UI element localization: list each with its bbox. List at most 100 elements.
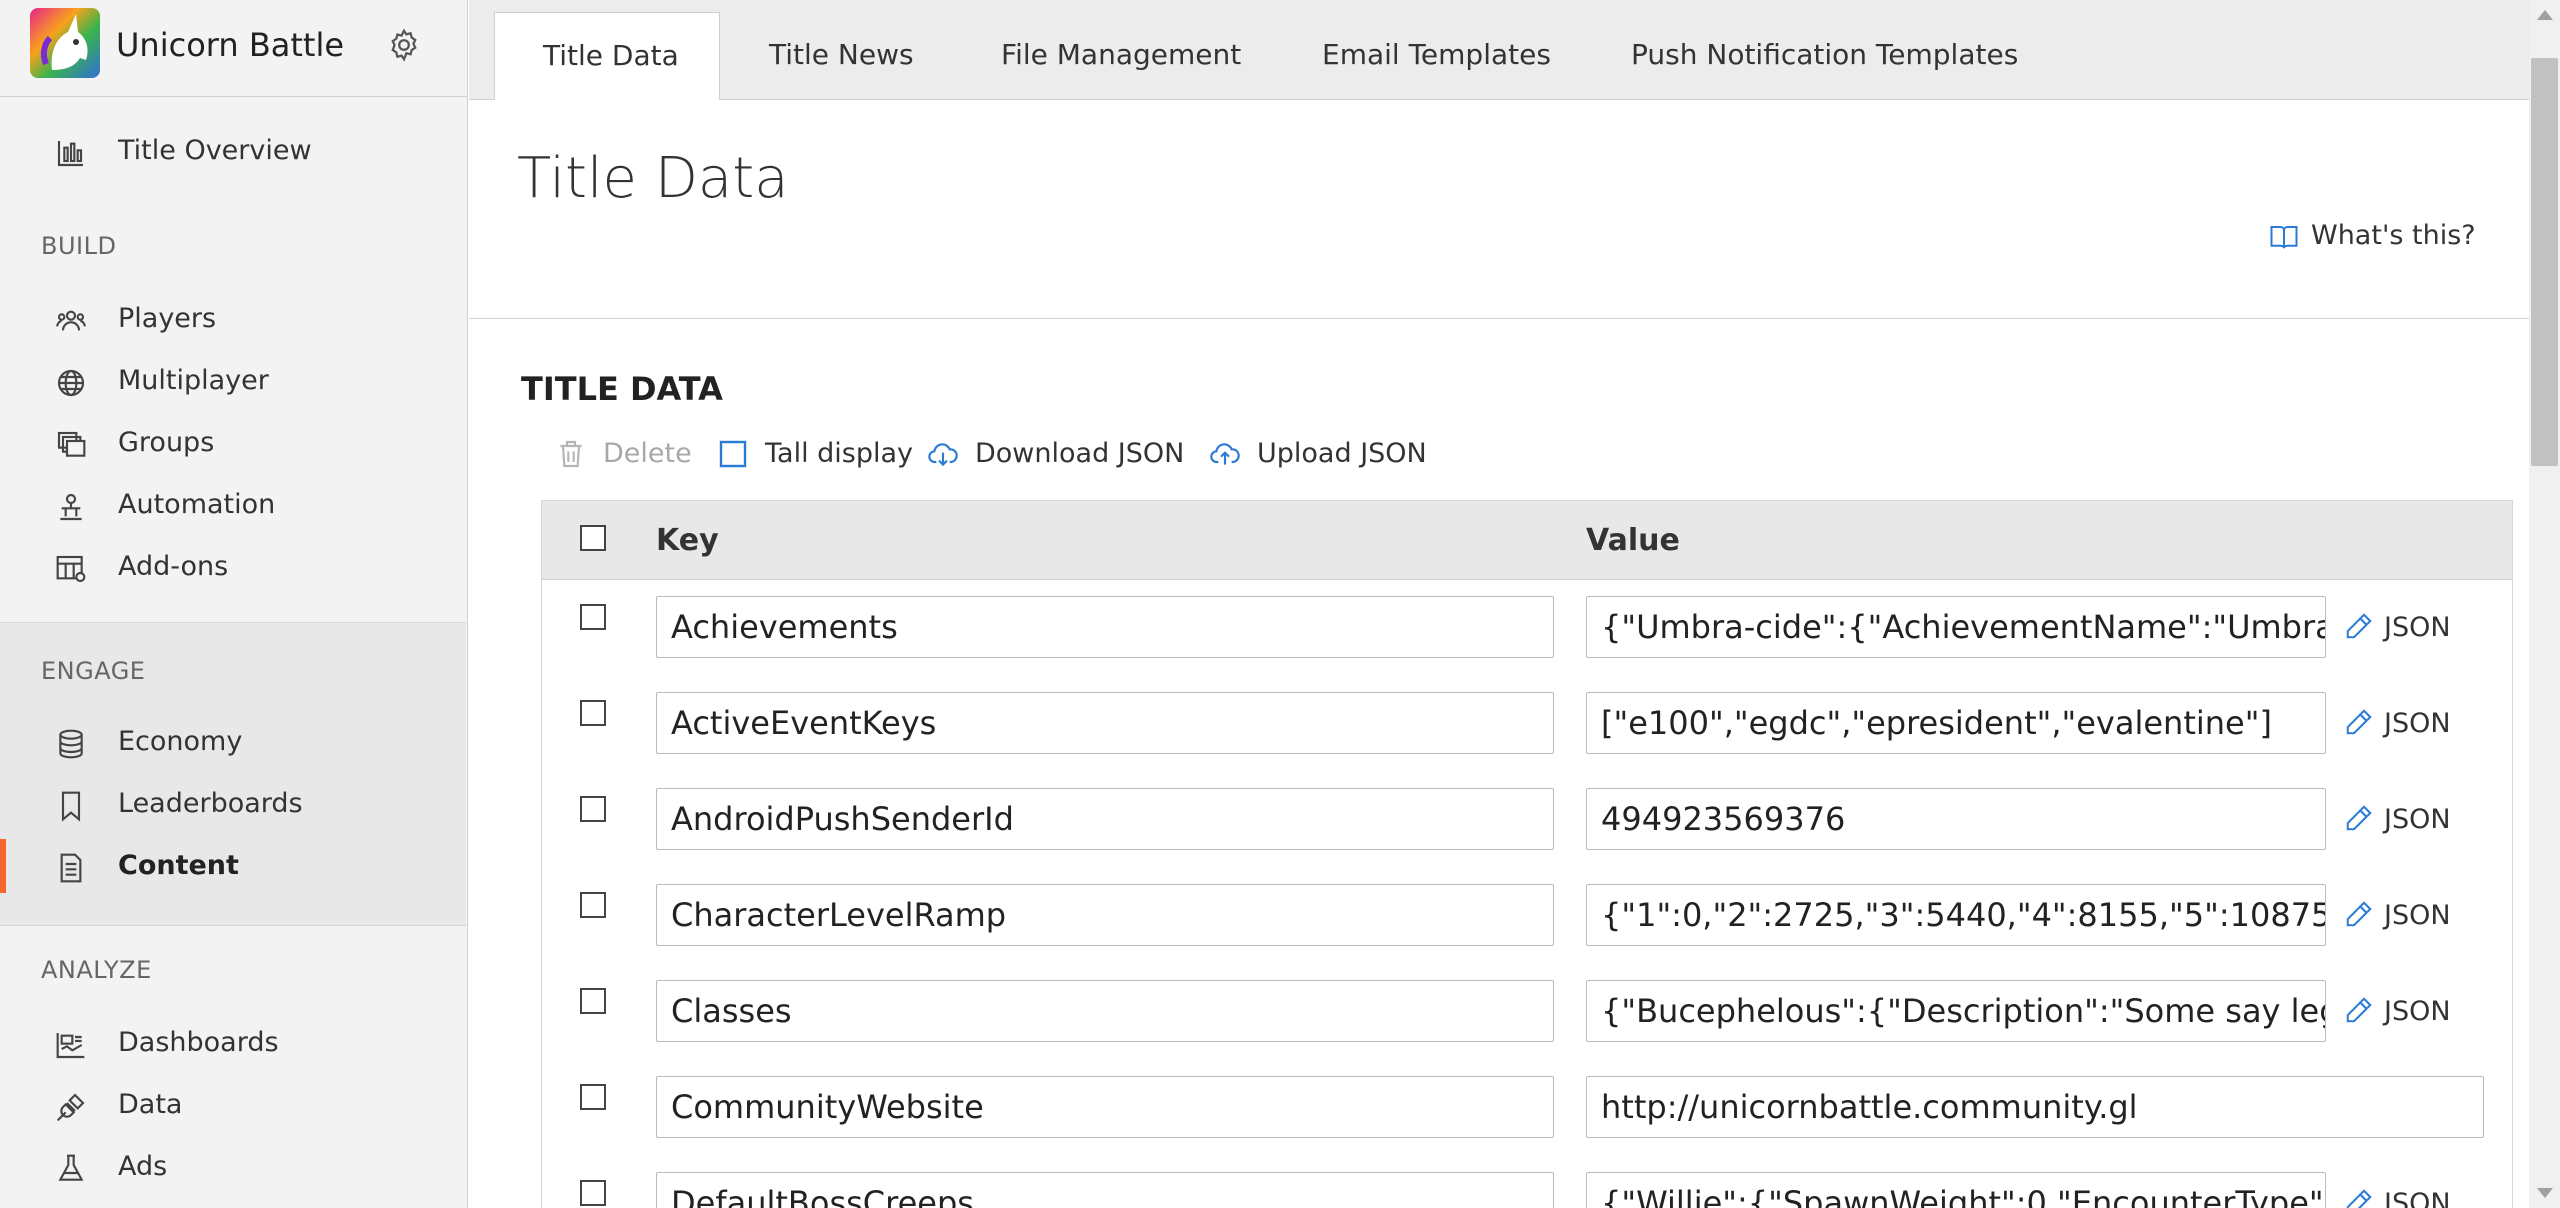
bookmark-icon xyxy=(55,790,87,822)
document-icon xyxy=(55,852,87,884)
delete-button[interactable]: Delete xyxy=(555,434,695,474)
tab-file-management[interactable]: File Management xyxy=(1001,12,1241,100)
gear-icon[interactable] xyxy=(386,27,422,63)
value-field[interactable]: {"Umbra-cide":{"AchievementName":"Umbra-… xyxy=(1586,596,2326,658)
sidebar-item-groups[interactable]: Groups xyxy=(0,416,466,470)
row-checkbox[interactable] xyxy=(580,604,606,630)
upload-json-label: Upload JSON xyxy=(1257,438,1427,469)
unicorn-logo[interactable] xyxy=(30,8,100,78)
book-icon xyxy=(2269,222,2299,252)
value-field[interactable]: 494923569376 xyxy=(1586,788,2326,850)
key-field[interactable]: Classes xyxy=(656,980,1554,1042)
sidebar-item-players[interactable]: Players xyxy=(0,292,466,346)
title-data-table: Key Value Achievements {"Umbra-cide":{"Ac… xyxy=(541,500,2513,1208)
section-label-engage: ENGAGE xyxy=(41,657,146,685)
download-json-label: Download JSON xyxy=(975,438,1185,469)
key-field[interactable]: CharacterLevelRamp xyxy=(656,884,1554,946)
key-field[interactable]: AndroidPushSenderId xyxy=(656,788,1554,850)
addons-icon xyxy=(55,553,87,585)
json-label: JSON xyxy=(2384,996,2451,1027)
tab-label: Title News xyxy=(769,38,914,71)
cloud-upload-icon xyxy=(1209,438,1241,470)
brand-header: Unicorn Battle xyxy=(0,0,467,97)
sidebar: Unicorn Battle Title Overview BUILD Play… xyxy=(0,0,468,1208)
key-field[interactable]: CommunityWebsite xyxy=(656,1076,1554,1138)
tab-email-templates[interactable]: Email Templates xyxy=(1322,12,1562,100)
tall-display-checkbox[interactable]: Tall display xyxy=(717,434,913,474)
table-row: CharacterLevelRamp {"1":0,"2":2725,"3":54… xyxy=(542,868,2512,964)
delete-label: Delete xyxy=(603,438,692,469)
tab-push-notification-templates[interactable]: Push Notification Templates xyxy=(1631,12,2018,100)
key-field[interactable]: ActiveEventKeys xyxy=(656,692,1554,754)
section-label-build: BUILD xyxy=(41,232,117,260)
json-label: JSON xyxy=(2384,612,2451,643)
json-label: JSON xyxy=(2384,900,2451,931)
tab-title-news[interactable]: Title News xyxy=(769,12,929,100)
sidebar-item-label: Groups xyxy=(118,427,215,458)
sidebar-item-content[interactable]: Content xyxy=(0,839,466,893)
sidebar-item-label: Dashboards xyxy=(118,1027,279,1058)
upload-json-button[interactable]: Upload JSON xyxy=(1209,434,1449,474)
column-header-value: Value xyxy=(1586,523,1680,558)
pencil-icon xyxy=(2344,611,2374,641)
plug-icon xyxy=(55,1091,87,1123)
value-field[interactable]: {"Bucephelous":{"Description":"Some say … xyxy=(1586,980,2326,1042)
sidebar-item-label: Automation xyxy=(118,489,276,520)
table-row: CommunityWebsite http://unicornbattle.com… xyxy=(542,1060,2512,1156)
sidebar-item-label: Title Overview xyxy=(118,135,312,166)
table-row: Classes {"Bucephelous":{"Description":"So… xyxy=(542,964,2512,1060)
pencil-icon xyxy=(2344,1187,2374,1208)
download-json-button[interactable]: Download JSON xyxy=(927,434,1187,474)
value-field[interactable]: http://unicornbattle.community.gl xyxy=(1586,1076,2484,1138)
dashboard-icon xyxy=(55,1029,87,1061)
table-row: ActiveEventKeys ["e100","egdc","epresiden… xyxy=(542,676,2512,772)
tab-title-data[interactable]: Title Data xyxy=(494,12,720,101)
row-checkbox[interactable] xyxy=(580,1180,606,1206)
tall-display-label: Tall display xyxy=(765,438,914,469)
page-title: Title Data xyxy=(517,146,789,211)
scroll-thumb[interactable] xyxy=(2531,58,2558,466)
sidebar-item-leaderboards[interactable]: Leaderboards xyxy=(0,777,466,831)
section-label-analyze: ANALYZE xyxy=(41,956,152,984)
sidebar-item-automation[interactable]: Automation xyxy=(0,478,466,532)
section-title: TITLE DATA xyxy=(521,370,723,408)
sidebar-item-add-ons[interactable]: Add-ons xyxy=(0,540,466,594)
row-checkbox[interactable] xyxy=(580,1084,606,1110)
sidebar-item-dashboards[interactable]: Dashboards xyxy=(0,1016,466,1070)
sidebar-item-label: Content xyxy=(118,850,239,881)
scroll-up-arrow[interactable] xyxy=(2537,10,2553,20)
row-checkbox[interactable] xyxy=(580,892,606,918)
row-checkbox[interactable] xyxy=(580,700,606,726)
bar-chart-icon xyxy=(55,137,87,169)
app-name: Unicorn Battle xyxy=(116,26,345,64)
table-row: DefaultBossCreeps {"Willie":{"SpawnWeight… xyxy=(542,1156,2512,1208)
row-checkbox[interactable] xyxy=(580,796,606,822)
sidebar-item-label: Ads xyxy=(118,1151,168,1182)
sidebar-item-multiplayer[interactable]: Multiplayer xyxy=(0,354,466,408)
sidebar-item-label: Multiplayer xyxy=(118,365,269,396)
tab-label: File Management xyxy=(1001,38,1242,71)
sidebar-item-ads[interactable]: Ads xyxy=(0,1140,466,1194)
sidebar-item-label: Players xyxy=(118,303,217,334)
vertical-scrollbar[interactable] xyxy=(2529,0,2560,1208)
whats-this-link[interactable]: What's this? xyxy=(2269,220,2476,256)
checkbox-icon xyxy=(717,438,749,470)
robot-icon xyxy=(55,491,87,523)
sidebar-item-economy[interactable]: Economy xyxy=(0,715,466,769)
engage-section: ENGAGE Economy Leaderboards Content xyxy=(0,622,466,926)
sidebar-item-label: Leaderboards xyxy=(118,788,303,819)
layers-icon xyxy=(55,429,87,461)
scroll-down-arrow[interactable] xyxy=(2537,1188,2553,1198)
select-all-checkbox[interactable] xyxy=(580,525,606,551)
value-field[interactable]: {"Willie":{"SpawnWeight":0,"EncounterTyp… xyxy=(1586,1172,2326,1208)
key-field[interactable]: DefaultBossCreeps xyxy=(656,1172,1554,1208)
value-field[interactable]: {"1":0,"2":2725,"3":5440,"4":8155,"5":10… xyxy=(1586,884,2326,946)
row-checkbox[interactable] xyxy=(580,988,606,1014)
sidebar-item-data[interactable]: Data xyxy=(0,1078,466,1132)
value-field[interactable]: ["e100","egdc","epresident","evalentine"… xyxy=(1586,692,2326,754)
sidebar-item-title-overview[interactable]: Title Overview xyxy=(0,124,466,178)
key-field[interactable]: Achievements xyxy=(656,596,1554,658)
column-header-key: Key xyxy=(656,523,719,558)
pencil-icon xyxy=(2344,995,2374,1025)
tab-label: Push Notification Templates xyxy=(1631,38,2019,71)
